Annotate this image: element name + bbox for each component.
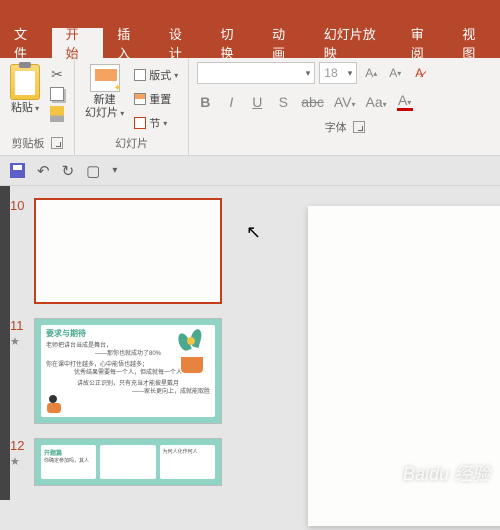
animation-star-icon: ★	[10, 455, 34, 468]
cursor-icon: ↖	[246, 222, 261, 243]
font-color-button[interactable]: A▾	[397, 92, 413, 111]
change-case-button[interactable]: Aa▾	[366, 94, 387, 110]
clipboard-launcher[interactable]	[51, 137, 63, 149]
bold-button[interactable]: B	[197, 94, 213, 110]
new-slide-icon	[90, 64, 120, 92]
format-painter-button[interactable]	[48, 106, 66, 122]
section-icon	[134, 117, 146, 129]
strike-button[interactable]: abc	[301, 94, 324, 110]
group-font: ▾ 18▾ A▴ A▾ A̷ B I U S abc AV▾ Aa▾ A▾ 字体	[189, 58, 500, 155]
increase-font-button[interactable]: A▴	[361, 62, 381, 84]
undo-button[interactable]: ↶	[37, 162, 50, 180]
people-illustration	[45, 395, 71, 413]
tab-transition[interactable]: 切换	[207, 28, 259, 58]
shadow-button[interactable]: S	[275, 94, 291, 110]
new-slide-label: 新建 幻灯片	[85, 94, 118, 119]
font-size-select[interactable]: 18▾	[319, 62, 357, 84]
tab-view[interactable]: 视图	[448, 28, 500, 58]
tab-design[interactable]: 设计	[155, 28, 207, 58]
plant-illustration	[173, 329, 211, 373]
group-clipboard: 粘贴 ▾ ✂ 剪贴板	[0, 58, 75, 155]
section-button[interactable]: 节▾	[132, 114, 180, 132]
font-name-select[interactable]: ▾	[197, 62, 315, 84]
thumb-row-11: 11 ★ 要求与期待 老师把讲台当成是舞台， ——那你也就成功了80% 你在课中打…	[0, 314, 238, 434]
slide-thumbnail-12[interactable]: 开题篇你确定参加吗，其人 为何人化作何人	[34, 438, 222, 486]
clipboard-group-label: 剪贴板	[12, 135, 45, 151]
cut-button[interactable]: ✂	[48, 66, 66, 82]
decrease-font-button[interactable]: A▾	[385, 62, 405, 84]
slides-group-label: 幻灯片	[115, 135, 148, 151]
redo-button[interactable]: ↻	[62, 162, 75, 180]
thumb-number: 12	[10, 438, 24, 453]
tab-insert[interactable]: 插入	[103, 28, 155, 58]
paste-button[interactable]: 粘贴 ▾	[8, 62, 42, 117]
underline-button[interactable]: U	[249, 94, 265, 110]
left-edge	[0, 186, 10, 500]
ribbon: 粘贴 ▾ ✂ 剪贴板 新建 幻灯片 ▾ 版式▾ 重置 节▾ 幻灯片 ▾	[0, 58, 500, 156]
slide-thumbnail-10[interactable]	[34, 198, 222, 304]
new-slide-button[interactable]: 新建 幻灯片 ▾	[83, 62, 126, 122]
thumb-number: 10	[10, 198, 24, 213]
tab-review[interactable]: 审阅	[397, 28, 449, 58]
char-spacing-button[interactable]: AV▾	[334, 94, 356, 110]
save-button[interactable]	[10, 163, 25, 178]
reset-icon	[134, 93, 146, 105]
animation-star-icon: ★	[10, 335, 34, 348]
ribbon-tabs: 文件 开始 插入 设计 切换 动画 幻灯片放映 审阅 视图	[0, 28, 500, 58]
tab-file[interactable]: 文件	[0, 28, 52, 58]
start-from-beginning-button[interactable]: ▢	[86, 162, 100, 180]
watermark: Baidu 经验	[403, 460, 490, 486]
tab-animation[interactable]: 动画	[258, 28, 310, 58]
save-icon	[10, 163, 25, 178]
font-group-label: 字体	[325, 119, 347, 135]
tab-slideshow[interactable]: 幻灯片放映	[310, 28, 397, 58]
qat-customize[interactable]: ▾	[112, 165, 117, 176]
copy-icon	[50, 87, 64, 101]
reset-button[interactable]: 重置	[132, 90, 180, 108]
slide-thumbnail-11[interactable]: 要求与期待 老师把讲台当成是舞台， ——那你也就成功了80% 你在课中打住越多，…	[34, 318, 222, 424]
thumb-number: 11	[10, 318, 24, 333]
paste-label: 粘贴	[11, 102, 33, 114]
layout-button[interactable]: 版式▾	[132, 66, 180, 84]
clipboard-icon	[10, 64, 40, 100]
layout-icon	[134, 69, 146, 81]
group-slides: 新建 幻灯片 ▾ 版式▾ 重置 节▾ 幻灯片	[75, 58, 189, 155]
copy-button[interactable]	[48, 86, 66, 102]
thumb-row-12: 12 ★ 开题篇你确定参加吗，其人 为何人化作何人	[0, 434, 238, 496]
italic-button[interactable]: I	[223, 94, 239, 110]
brush-icon	[50, 106, 64, 122]
font-launcher[interactable]	[353, 121, 365, 133]
chevron-down-icon: ▾	[348, 68, 353, 79]
clear-format-button[interactable]: A̷	[409, 62, 429, 84]
thumb-row-10: 10	[0, 194, 238, 314]
quick-access-toolbar: ↶ ↻ ▢ ▾	[0, 156, 500, 186]
slide-thumbnail-pane[interactable]: 10 11 ★ 要求与期待 老师把讲台当成是舞台， ——那你也就成功了80% 你在…	[0, 186, 238, 530]
scissors-icon: ✂	[51, 66, 63, 83]
chevron-down-icon: ▾	[306, 68, 311, 79]
tab-home[interactable]: 开始	[52, 28, 104, 58]
